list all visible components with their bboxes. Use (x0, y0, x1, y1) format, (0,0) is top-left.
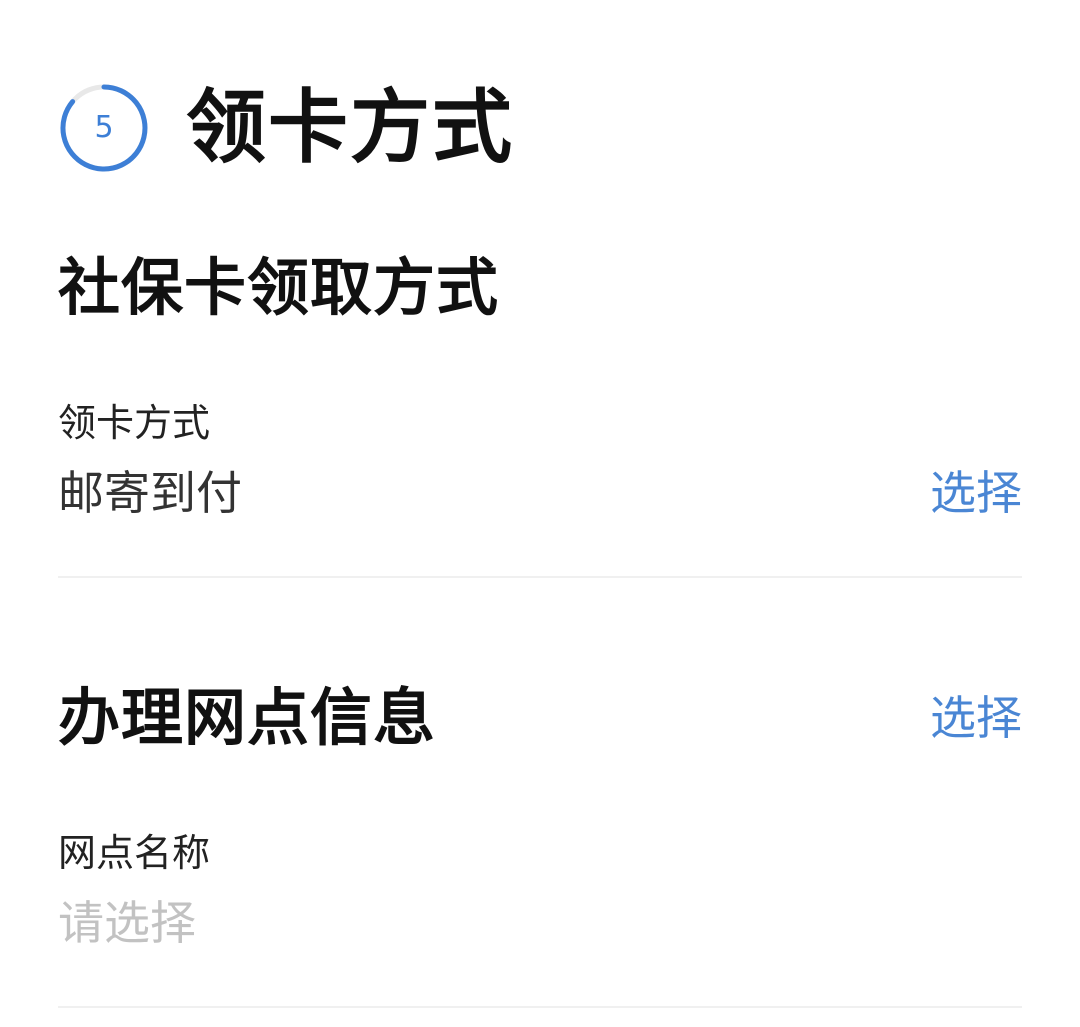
outlet-name-field[interactable]: 请选择 (58, 893, 196, 953)
section-title-outlet-info: 办理网点信息 (58, 681, 437, 754)
divider (58, 1006, 1022, 1008)
select-outlet-button[interactable]: 选择 (930, 688, 1022, 748)
page-title: 领卡方式 (186, 81, 514, 174)
step-header: 5 领卡方式 (58, 80, 514, 176)
progress-ring-icon: 5 (58, 82, 150, 174)
outlet-name-label: 网点名称 (58, 831, 211, 875)
divider (58, 576, 1022, 578)
step-number: 5 (94, 110, 114, 145)
section-title-card-pickup: 社保卡领取方式 (58, 251, 500, 324)
page: 5 领卡方式 社保卡领取方式 领卡方式 邮寄到付 选择 办理网点信息 选择 网点… (0, 0, 1080, 1027)
pickup-method-label: 领卡方式 (58, 401, 211, 445)
pickup-method-value: 邮寄到付 (58, 466, 242, 520)
select-pickup-method-button[interactable]: 选择 (930, 463, 1022, 523)
